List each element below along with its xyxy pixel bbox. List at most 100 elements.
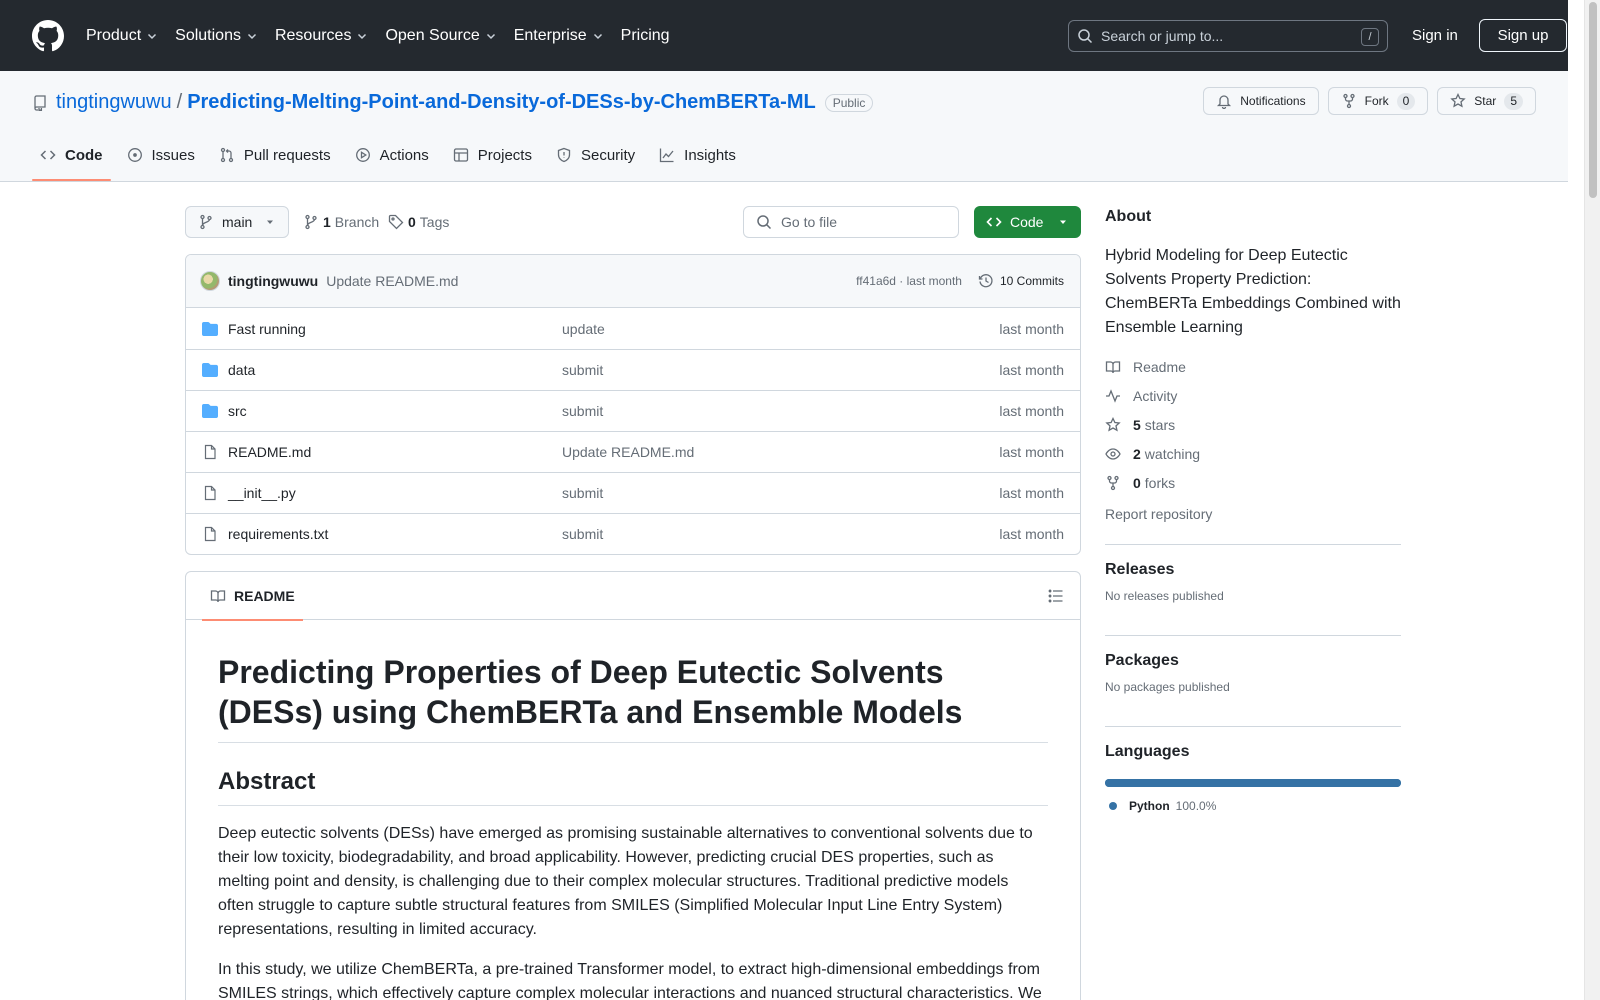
table-row[interactable]: data submit last month (186, 349, 1080, 390)
stars-label: stars (1144, 416, 1176, 433)
nav-open-source[interactable]: Open Source (385, 27, 496, 45)
nav-product-label: Product (86, 26, 142, 44)
pull-request-icon (220, 147, 234, 163)
github-logo-icon[interactable] (32, 19, 64, 52)
code-dropdown-button[interactable]: Code (974, 206, 1081, 238)
file-name-link[interactable]: src (228, 403, 562, 419)
repo-owner-link[interactable]: tingtingwuwu (56, 91, 172, 114)
tab-code[interactable]: Code (32, 136, 111, 181)
global-search-input[interactable]: Search or jump to... / (1068, 20, 1388, 52)
file-rows: Fast running update last month data submit la… (186, 308, 1080, 554)
tab-code-label: Code (65, 146, 103, 164)
list-icon[interactable] (1048, 588, 1064, 604)
nav-pricing[interactable]: Pricing (621, 27, 670, 45)
languages-heading: Languages (1105, 743, 1190, 760)
bell-icon (1217, 95, 1232, 109)
nav-resources[interactable]: Resources (275, 27, 368, 45)
branch-icon (200, 214, 212, 230)
file-name-link[interactable]: data (228, 362, 562, 378)
table-row[interactable]: __init__.py submit last month (186, 472, 1080, 513)
packages-section: Packages No packages published (1105, 635, 1401, 725)
commit-author-link[interactable]: tingtingwuwu (228, 273, 318, 289)
search-icon (1078, 29, 1093, 44)
packages-heading[interactable]: Packages (1105, 652, 1401, 670)
forks-link[interactable]: 0 forks (1105, 468, 1401, 497)
file-name-link[interactable]: Fast running (228, 321, 562, 337)
nav-enterprise[interactable]: Enterprise (514, 27, 604, 45)
table-row[interactable]: requirements.txt submit last month (186, 513, 1080, 554)
language-name: Python (1129, 799, 1170, 813)
tab-actions[interactable]: Actions (347, 136, 437, 174)
file-name-link[interactable]: requirements.txt (228, 526, 562, 542)
language-item[interactable]: Python 100.0% (1109, 799, 1401, 813)
sign-in-link[interactable]: Sign in (1412, 27, 1458, 44)
table-row[interactable]: src submit last month (186, 390, 1080, 431)
releases-heading[interactable]: Releases (1105, 561, 1401, 579)
caret-down-icon (1060, 220, 1066, 224)
commits-link[interactable]: 10 Commits (978, 273, 1064, 289)
tab-insights-label: Insights (684, 146, 736, 164)
file-commit-message-link[interactable]: submit (562, 362, 999, 378)
branch-select-button[interactable]: main (185, 206, 289, 238)
page-scrollbar[interactable] (1584, 0, 1600, 1000)
scrollbar-thumb[interactable] (1589, 2, 1597, 198)
code-button-label: Code (1010, 214, 1044, 230)
fork-icon (1107, 475, 1119, 490)
nav-solutions[interactable]: Solutions (175, 27, 258, 45)
readme-link[interactable]: Readme (1105, 352, 1401, 381)
tab-security[interactable]: Security (548, 136, 643, 174)
star-button[interactable]: Star 5 (1437, 87, 1536, 115)
stars-link[interactable]: 5 stars (1105, 410, 1401, 439)
file-name-link[interactable]: README.md (228, 444, 562, 460)
avatar[interactable] (200, 271, 220, 291)
file-commit-message-link[interactable]: submit (562, 403, 999, 419)
file-commit-message-link[interactable]: update (562, 321, 999, 337)
go-to-file-input[interactable]: Go to file (743, 206, 959, 238)
nav-product[interactable]: Product (86, 27, 158, 45)
star-label: Star (1474, 94, 1497, 108)
file-commit-message-link[interactable]: submit (562, 526, 999, 542)
chevron-down-icon (593, 33, 602, 39)
search-icon (757, 215, 772, 230)
repo-name-link[interactable]: Predicting-Melting-Point-and-Density-of-… (187, 91, 816, 114)
chevron-down-icon (486, 33, 495, 39)
notifications-button[interactable]: Notifications (1203, 87, 1319, 115)
tab-security-label: Security (580, 146, 636, 164)
file-name-link[interactable]: __init__.py (228, 485, 562, 501)
go-to-file-placeholder: Go to file (781, 214, 838, 230)
file-commit-message-link[interactable]: submit (562, 485, 999, 501)
tab-pull-requests[interactable]: Pull requests (211, 136, 339, 174)
fork-button[interactable]: Fork 0 (1327, 87, 1429, 115)
shield-icon (557, 147, 571, 163)
commit-count-label: 10 Commits (999, 274, 1064, 288)
tags-link[interactable]: 0 Tags (388, 214, 449, 230)
repo-title: tingtingwuwu / Predicting-Melting-Point-… (32, 91, 874, 114)
play-circle-icon (355, 148, 370, 162)
book-icon (210, 589, 226, 602)
table-row[interactable]: README.md Update README.md last month (186, 431, 1080, 472)
global-nav: Product Solutions Resources Open Source … (86, 27, 687, 45)
releases-section: Releases No releases published (1105, 544, 1401, 634)
branches-link[interactable]: 1 Branch (303, 214, 379, 230)
table-row[interactable]: Fast running update last month (186, 308, 1080, 349)
watching-link[interactable]: 2 watching (1105, 439, 1401, 468)
fork-icon (1342, 93, 1355, 109)
file-commit-time: last month (999, 485, 1064, 501)
tab-projects-label: Projects (477, 146, 532, 164)
commit-message-link[interactable]: Update README.md (326, 273, 458, 289)
readme-tab[interactable]: README (202, 572, 303, 621)
sign-up-button[interactable]: Sign up (1479, 19, 1567, 52)
file-table: tingtingwuwu Update README.md ff41a6d · … (185, 254, 1081, 555)
activity-link[interactable]: Activity (1105, 381, 1401, 410)
tab-issues[interactable]: Issues (119, 136, 203, 174)
repo-separator: / (176, 91, 183, 113)
tab-insights[interactable]: Insights (651, 136, 744, 174)
commit-hash-time[interactable]: ff41a6d · last month (856, 274, 962, 288)
file-commit-message-link[interactable]: Update README.md (562, 444, 999, 460)
table-icon (453, 148, 468, 162)
report-repository-link[interactable]: Report repository (1105, 506, 1212, 522)
star-icon (1450, 93, 1466, 108)
file-commit-time: last month (999, 362, 1064, 378)
tab-projects[interactable]: Projects (445, 136, 540, 174)
forks-label: forks (1144, 474, 1176, 491)
